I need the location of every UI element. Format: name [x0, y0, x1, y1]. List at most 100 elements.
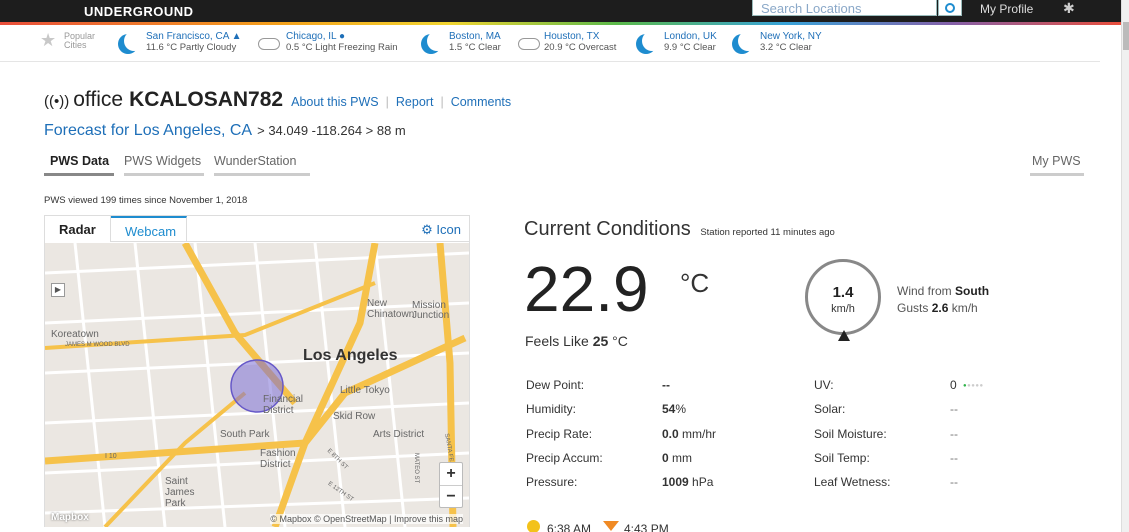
map-label: Arts District [373, 429, 425, 440]
precip-rate-value: 0.0 mm/hr [662, 427, 717, 441]
city-name: Houston, TX [544, 31, 600, 42]
station-name: office [73, 88, 124, 111]
comments-link[interactable]: Comments [451, 95, 511, 109]
current-temperature: 22.9 [524, 253, 649, 325]
tab-underline [214, 173, 310, 176]
star-icon[interactable]: ★ [40, 30, 56, 51]
map-label: New Chinatown [367, 298, 415, 320]
sunrise-icon [527, 520, 540, 532]
scrollbar-thumb[interactable] [1123, 22, 1129, 50]
map-label: South Park [220, 429, 270, 440]
report-link[interactable]: Report [396, 95, 434, 109]
pws-tabs: PWS Data PWS Widgets WunderStation My PW… [44, 152, 1086, 180]
uv-label: UV: [814, 378, 834, 392]
map-tabs: Radar Webcam ⚙ Icon [45, 216, 469, 242]
layers-button[interactable]: ▶ [51, 283, 65, 297]
map-label: Koreatown [51, 329, 99, 340]
moon-icon [421, 32, 443, 54]
cloud-icon [518, 32, 540, 54]
radar-map[interactable]: ▶ Koreatown JAMES M WOOD BLVD New Chinat… [45, 243, 469, 527]
zoom-control: + − [439, 462, 463, 508]
precip-accum-value: 0 mm [662, 451, 693, 465]
humidity-label: Humidity: [526, 402, 577, 416]
city-name: San Francisco, CA ▲ [146, 31, 242, 42]
separator: | [385, 95, 389, 109]
sunset-icon [603, 521, 619, 531]
dew-point-value: -- [662, 378, 670, 392]
tab-pws-widgets[interactable]: PWS Widgets [124, 152, 204, 180]
forecast-link[interactable]: Forecast for Los Angeles, CA [44, 122, 252, 140]
city-weather: 3.2 °C Clear [760, 42, 812, 53]
map-label: Los Angeles [303, 347, 398, 364]
icon-link[interactable]: ⚙ Icon [421, 222, 461, 238]
tab-webcam[interactable]: Webcam [111, 216, 187, 242]
map-roads [45, 243, 469, 527]
tab-radar[interactable]: Radar [45, 216, 111, 242]
uv-scale-dots: ●●●●● [963, 383, 984, 389]
city-weather: 0.5 °C Light Freezing Rain [286, 42, 398, 53]
wind-dial: 1.4 km/h [805, 259, 881, 335]
wind-direction-arrow-icon [838, 330, 850, 341]
map-label: Saint James Park [165, 476, 195, 509]
pressure-value: 1009 hPa [662, 475, 714, 489]
station-heading: ((•)) office KCALOSAN782 About this PWS … [44, 88, 511, 114]
pressure-label: Pressure: [526, 475, 578, 489]
reported-time: Station reported 11 minutes ago [700, 227, 835, 238]
leaf-wetness-label: Leaf Wetness: [814, 475, 891, 489]
mapbox-logo[interactable]: Mapbox [51, 512, 89, 523]
tab-wunderstation[interactable]: WunderStation [214, 152, 310, 180]
city-weather: 1.5 °C Clear [449, 42, 501, 53]
zoom-in-button[interactable]: + [440, 463, 462, 485]
current-conditions-title: Current Conditions Station reported 11 m… [524, 218, 835, 240]
uv-value: 0 [950, 378, 957, 392]
view-count: PWS viewed 199 times since November 1, 2… [44, 195, 248, 206]
map-label: Financial District [263, 394, 304, 416]
antenna-icon: ((•)) [44, 93, 70, 110]
top-nav-bar: UNDERGROUND Search Locations My Profile … [0, 0, 1121, 24]
precip-accum-label: Precip Accum: [526, 451, 603, 465]
temperature-unit: °C [680, 268, 710, 298]
map-label: JAMES M WOOD BLVD [65, 342, 130, 348]
solar-label: Solar: [814, 402, 846, 416]
map-panel: Radar Webcam ⚙ Icon ▶ Koreatown JAMES M … [44, 215, 470, 527]
freezing-rain-cloud-icon [258, 32, 280, 54]
gear-icon[interactable]: ✱ [1063, 0, 1075, 17]
tab-underline [44, 173, 114, 176]
my-profile-link[interactable]: My Profile [980, 2, 1033, 16]
city-name: Chicago, IL ● [286, 31, 346, 42]
precip-rate-label: Precip Rate: [526, 427, 593, 441]
wu-logo-mark [0, 0, 60, 22]
solar-value: -- [950, 402, 958, 416]
map-label: Skid Row [333, 411, 376, 422]
about-pws-link[interactable]: About this PWS [291, 95, 379, 109]
leaf-wetness-value: -- [950, 475, 958, 489]
tab-underline [1030, 173, 1084, 176]
color-stripe [0, 22, 1121, 25]
search-button[interactable] [938, 0, 962, 16]
sunset-time: 4:43 PM [624, 522, 669, 532]
city-name: New York, NY [760, 31, 822, 42]
logo-text: UNDERGROUND [84, 3, 194, 19]
vertical-scrollbar[interactable] [1121, 0, 1129, 532]
tab-my-pws[interactable]: My PWS [1030, 152, 1084, 180]
moon-icon [636, 32, 658, 54]
wu-logo[interactable]: UNDERGROUND [0, 0, 194, 22]
city-weather: 9.9 °C Clear [664, 42, 716, 53]
tab-underline [124, 173, 204, 176]
tab-pws-data[interactable]: PWS Data [44, 152, 114, 180]
wind-unit: km/h [831, 303, 855, 315]
humidity-value: 54% [662, 402, 687, 416]
soil-temp-value: -- [950, 451, 958, 465]
search-icon [945, 3, 955, 13]
soil-temp-label: Soil Temp: [814, 451, 870, 465]
page-root: UNDERGROUND Search Locations My Profile … [0, 0, 1129, 532]
map-label: Mission Junction [412, 300, 450, 321]
zoom-out-button[interactable]: − [440, 485, 462, 507]
map-label: I 10 [105, 453, 117, 460]
city-name: London, UK [664, 31, 717, 42]
soil-moisture-value: -- [950, 427, 958, 441]
map-attribution[interactable]: © Mapbox © OpenStreetMap | Improve this … [270, 514, 463, 524]
city-weather: 11.6 °C Partly Cloudy [146, 42, 237, 53]
search-input[interactable]: Search Locations [752, 0, 937, 16]
moon-icon [732, 32, 754, 54]
